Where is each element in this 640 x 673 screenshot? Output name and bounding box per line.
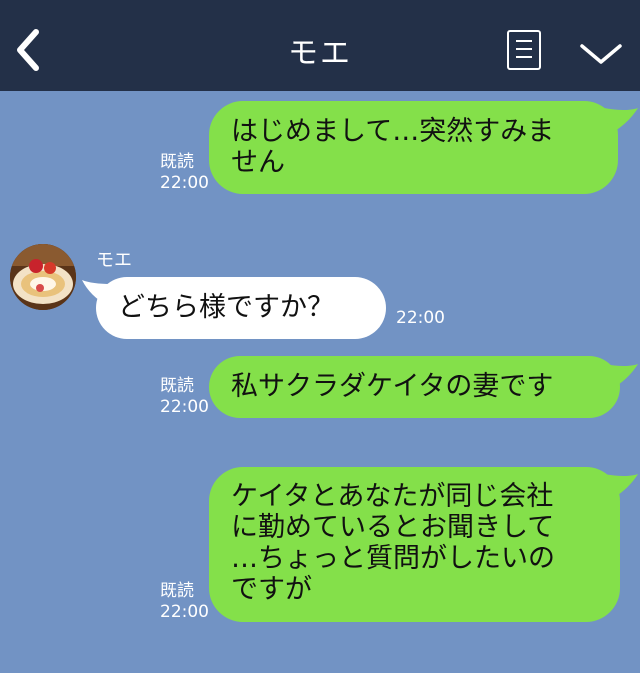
sender-name: モエ <box>96 250 132 271</box>
message-meta: 既読 22:00 <box>160 152 209 194</box>
outgoing-message[interactable]: はじめまして…突然すみま せん <box>209 101 618 194</box>
bubble-tail <box>604 364 638 390</box>
timestamp: 22:00 <box>160 397 209 417</box>
chevron-down-icon <box>580 44 622 64</box>
chat-header: モエ <box>0 0 640 91</box>
chat-title: モエ <box>288 36 352 71</box>
avatar[interactable] <box>10 244 76 310</box>
bubble-tail <box>604 108 638 134</box>
timestamp: 22:00 <box>160 602 209 622</box>
menu-button[interactable] <box>507 30 541 70</box>
avatar-cake-image <box>10 244 76 310</box>
expand-button[interactable] <box>578 40 624 68</box>
bubble-tail <box>604 474 638 500</box>
message-meta: 既読 22:00 <box>160 581 209 623</box>
message-meta: 既読 22:00 <box>160 376 209 418</box>
read-receipt: 既読 <box>160 376 194 396</box>
incoming-message[interactable]: どちら様ですか？ <box>96 277 386 339</box>
timestamp: 22:00 <box>160 173 209 193</box>
read-receipt: 既読 <box>160 152 194 172</box>
timestamp: 22:00 <box>396 308 445 328</box>
outgoing-message[interactable]: ケイタとあなたが同じ会社 に勤めているとお聞きして …ちょっと質問がしたいの で… <box>209 467 620 622</box>
outgoing-message[interactable]: 私サクラダケイタの妻です <box>209 356 620 418</box>
read-receipt: 既読 <box>160 581 194 601</box>
